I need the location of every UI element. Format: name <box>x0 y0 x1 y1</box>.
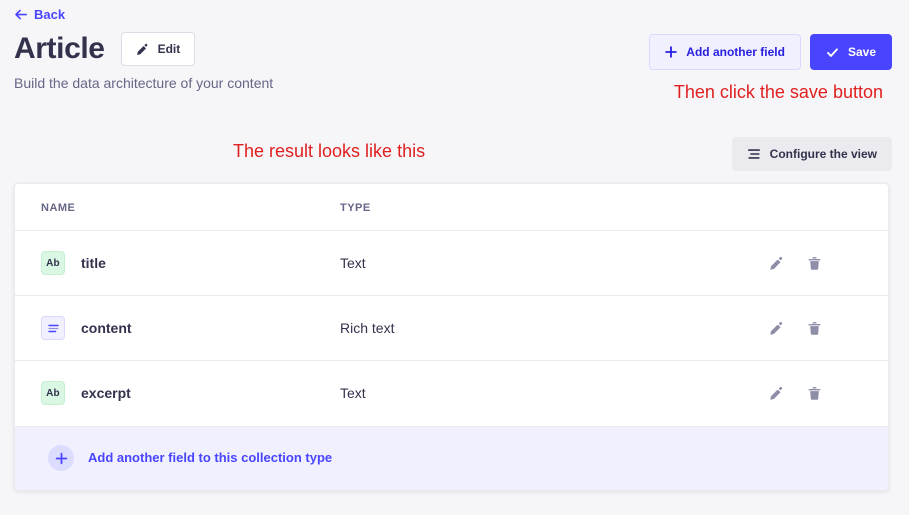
add-field-footer-button[interactable]: Add another field to this collection typ… <box>15 425 888 490</box>
title-row: Article Edit <box>14 30 196 68</box>
back-label: Back <box>34 7 66 22</box>
column-header-name: NAME <box>15 184 340 231</box>
table-row[interactable]: content Rich text <box>15 295 888 361</box>
pencil-icon <box>136 43 147 55</box>
field-type-label: Text <box>340 384 366 401</box>
table-row[interactable]: Ab excerpt Text <box>15 361 888 426</box>
cell-type: Text <box>340 230 760 296</box>
pencil-icon <box>769 321 782 335</box>
field-type-badge-text: Ab <box>41 251 65 275</box>
annotation-result-hint: The result looks like this <box>233 141 426 161</box>
page-subtitle: Build the data architecture of your cont… <box>14 75 274 91</box>
arrow-left-icon <box>15 9 27 20</box>
plus-icon <box>665 46 678 58</box>
cell-name: Ab title <box>15 230 340 296</box>
edit-field-button[interactable] <box>768 320 784 336</box>
delete-field-button[interactable] <box>806 255 822 271</box>
add-field-footer-label: Add another field to this collection typ… <box>88 450 333 465</box>
column-header-actions <box>760 184 888 231</box>
field-name: excerpt <box>81 384 131 401</box>
field-name: content <box>81 319 132 336</box>
field-name: title <box>81 254 106 271</box>
field-type-label: Rich text <box>340 319 395 336</box>
trash-icon <box>808 256 820 270</box>
check-icon <box>827 47 838 57</box>
save-button[interactable]: Save <box>809 34 892 70</box>
annotation-save-hint: Then click the save button <box>673 82 883 102</box>
configure-view-label: Configure the view <box>769 147 877 161</box>
table-row[interactable]: Ab title Text <box>15 230 888 296</box>
pencil-icon <box>769 386 782 400</box>
page-root: Back Article Edit Build the data archite… <box>0 0 909 515</box>
cell-name: content <box>15 295 340 361</box>
fields-table: NAME TYPE Ab title Text content Rich tex… <box>15 184 888 426</box>
add-another-field-button[interactable]: Add another field <box>649 34 801 70</box>
sliders-icon <box>747 149 760 159</box>
cell-actions <box>760 361 888 426</box>
cell-type: Text <box>340 361 760 426</box>
configure-view-button[interactable]: Configure the view <box>731 137 892 171</box>
edit-field-button[interactable] <box>768 255 784 271</box>
page-title: Article <box>14 32 105 65</box>
cell-actions <box>760 230 888 296</box>
back-link[interactable]: Back <box>14 6 65 23</box>
plus-icon <box>55 452 67 464</box>
fields-table-head: NAME TYPE <box>15 184 888 231</box>
field-type-badge-richtext <box>41 316 65 340</box>
plus-circle-icon <box>48 445 74 471</box>
column-header-type: TYPE <box>340 184 760 231</box>
field-type-badge-text: Ab <box>41 381 65 406</box>
trash-icon <box>808 321 820 335</box>
edit-field-button[interactable] <box>768 385 784 401</box>
cell-actions <box>760 295 888 361</box>
pencil-icon <box>769 256 782 270</box>
fields-card: NAME TYPE Ab title Text content Rich tex… <box>14 183 889 491</box>
delete-field-button[interactable] <box>806 320 822 336</box>
rich-text-icon <box>47 324 59 332</box>
add-another-field-label: Add another field <box>686 45 785 59</box>
edit-button[interactable]: Edit <box>120 32 196 66</box>
table-header-row: NAME TYPE <box>15 184 888 231</box>
edit-label: Edit <box>157 42 181 56</box>
fields-table-body: Ab title Text content Rich text Ab excer… <box>15 230 888 426</box>
header-actions: Add another field Save <box>649 34 892 70</box>
trash-icon <box>808 386 820 400</box>
save-label: Save <box>847 45 876 59</box>
cell-type: Rich text <box>340 295 760 361</box>
field-type-label: Text <box>340 254 366 271</box>
cell-name: Ab excerpt <box>15 361 340 426</box>
delete-field-button[interactable] <box>806 385 822 401</box>
